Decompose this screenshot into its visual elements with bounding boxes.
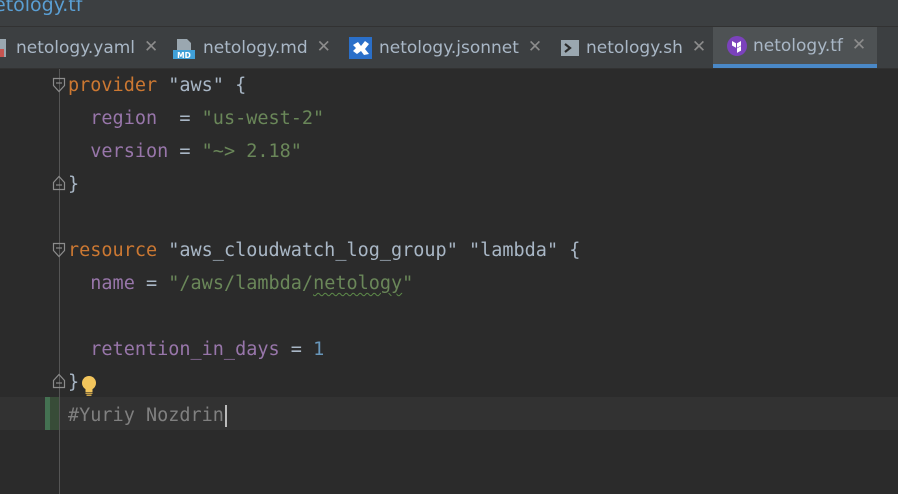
yaml-file-icon: L — [0, 38, 10, 58]
comment: #Yuriy Nozdrin — [68, 405, 224, 426]
window-title: etology.tf — [0, 0, 83, 16]
tab-label: netology.md — [203, 37, 308, 58]
attribute-key: region — [90, 108, 158, 129]
tab-label: netology.jsonnet — [379, 37, 519, 58]
fold-collapse-icon[interactable] — [52, 242, 66, 258]
tab-label: netology.yaml — [16, 37, 136, 58]
open-brace: { — [235, 75, 247, 96]
editor-tab-bar: L netology.yaml ✕ MD netology.md ✕ netol… — [0, 27, 898, 69]
code-line-2: region = "us-west-2" — [68, 102, 324, 135]
terraform-file-icon — [727, 35, 747, 56]
change-marker — [45, 397, 59, 430]
fold-end-icon[interactable] — [52, 175, 66, 191]
operator: = — [145, 273, 158, 294]
close-brace: } — [68, 174, 80, 195]
operator: = — [179, 141, 191, 162]
keyword: provider — [68, 75, 158, 96]
fold-collapse-icon[interactable] — [52, 77, 66, 93]
text-cursor — [224, 405, 227, 427]
code-line-7: name = "/aws/lambda/netology" — [68, 267, 413, 300]
code-line-11: #Yuriy Nozdrin — [68, 399, 227, 432]
number-value: 1 — [313, 339, 325, 360]
close-icon[interactable]: ✕ — [852, 37, 866, 54]
code-line-3: version = "~> 2.18" — [68, 135, 302, 168]
close-icon[interactable]: ✕ — [317, 39, 331, 56]
open-brace: { — [569, 240, 581, 261]
markdown-file-icon: MD — [173, 38, 197, 60]
lightbulb-icon[interactable] — [80, 375, 98, 397]
tab-netology-yaml[interactable]: L netology.yaml ✕ — [0, 27, 158, 68]
code-line-4: } — [68, 168, 79, 201]
string-value-suffix: " — [402, 273, 414, 294]
operator: = — [290, 339, 302, 360]
string-value-prefix: "/aws/lambda/ — [168, 273, 314, 294]
operator: = — [179, 108, 191, 129]
code-line-6: resource "aws_cloudwatch_log_group" "lam… — [68, 234, 580, 267]
tab-netology-jsonnet[interactable]: netology.jsonnet ✕ — [349, 27, 542, 68]
tab-label: netology.tf — [753, 35, 843, 56]
title-bar: etology.tf — [0, 0, 898, 27]
close-brace: } — [68, 372, 80, 393]
gutter-separator — [59, 69, 60, 494]
jsonnet-file-icon — [349, 36, 373, 59]
attribute-key: name — [90, 273, 135, 294]
svg-text:MD: MD — [177, 51, 191, 60]
tab-netology-tf[interactable]: netology.tf ✕ — [713, 27, 877, 68]
fold-end-icon[interactable] — [52, 373, 66, 389]
tab-netology-sh[interactable]: netology.sh ✕ — [560, 27, 706, 68]
close-icon[interactable]: ✕ — [692, 39, 706, 56]
string-value: "~> 2.18" — [201, 141, 302, 162]
string-value: "us-west-2" — [201, 108, 325, 129]
close-icon[interactable]: ✕ — [528, 39, 542, 56]
code-editor[interactable]: provider "aws" { region = "us-west-2" ve… — [0, 69, 898, 494]
resource-name: "lambda" — [468, 240, 559, 261]
code-line-9: retention_in_days = 1 — [68, 333, 324, 366]
code-line-1: provider "aws" { — [68, 69, 246, 102]
code-line-10: } — [68, 366, 79, 399]
attribute-key: retention_in_days — [90, 339, 280, 360]
tab-netology-md[interactable]: MD netology.md ✕ — [173, 27, 333, 68]
close-icon[interactable]: ✕ — [144, 39, 158, 56]
spellcheck-word: netology — [313, 273, 403, 294]
tab-label: netology.sh — [586, 37, 683, 58]
block-label: "aws" — [168, 75, 224, 96]
resource-type: "aws_cloudwatch_log_group" — [168, 240, 458, 261]
shell-file-icon — [560, 38, 580, 58]
attribute-key: version — [90, 141, 169, 162]
keyword: resource — [68, 240, 158, 261]
